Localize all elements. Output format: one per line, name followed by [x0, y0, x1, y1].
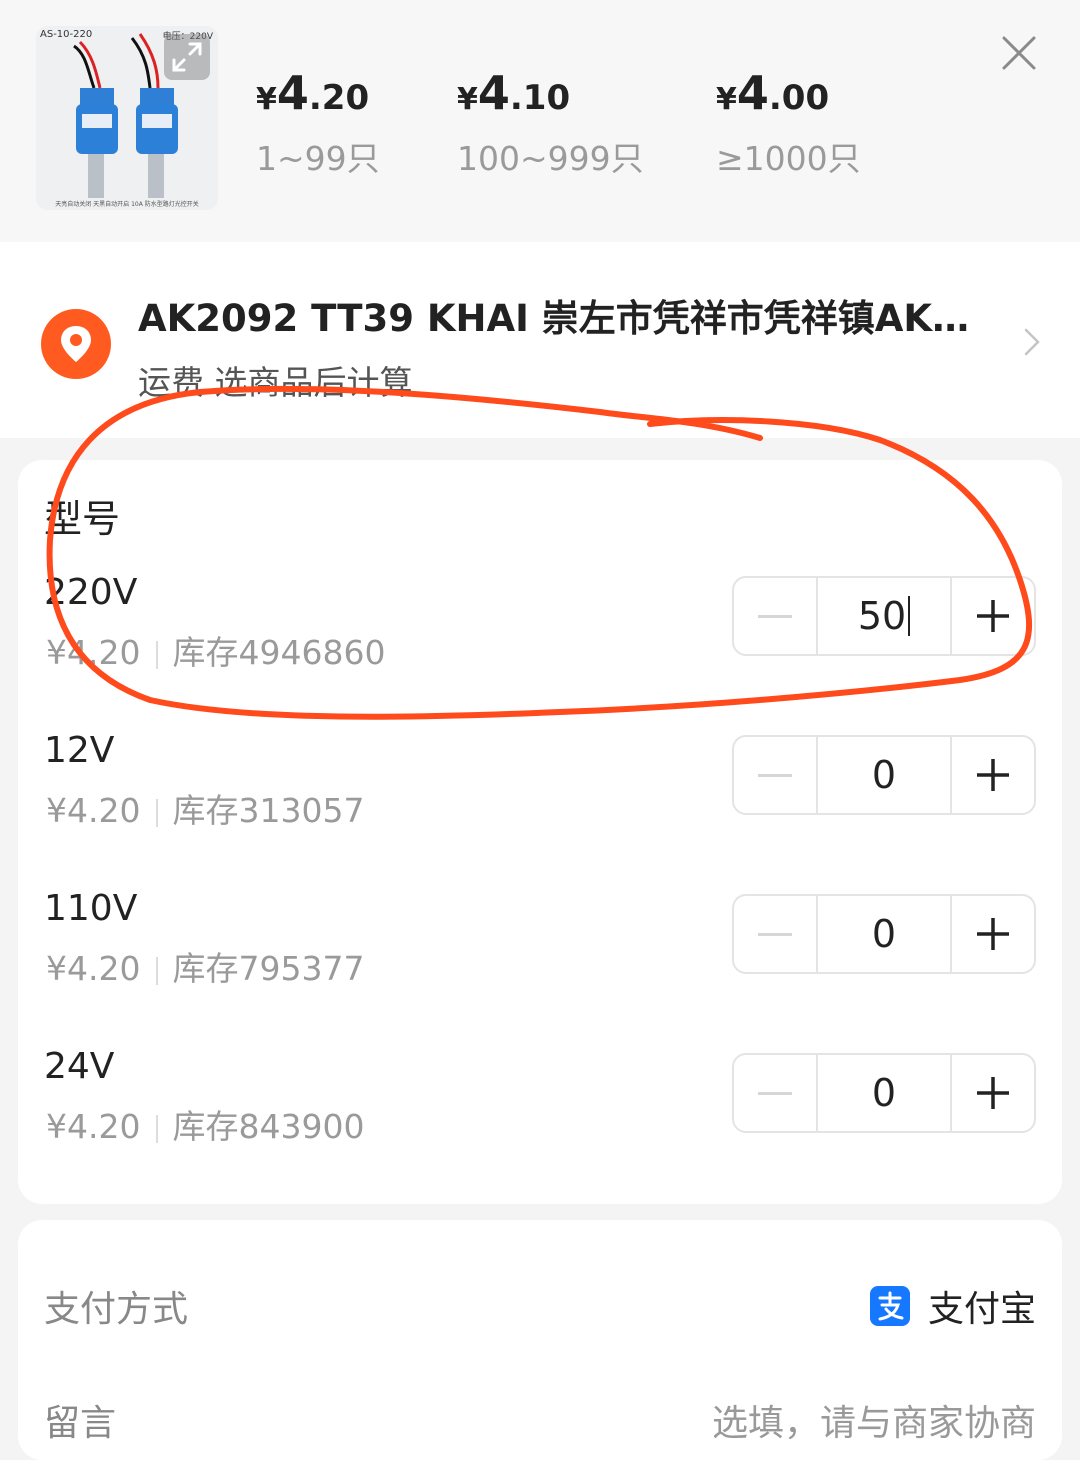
quantity-stepper: 0 — [732, 894, 1036, 974]
close-button[interactable] — [996, 30, 1042, 76]
variant-stock: 库存795377 — [172, 949, 365, 988]
variant-stock: 库存313057 — [172, 791, 365, 830]
payment-card: 支付方式 支付宝 留言 选填，请与商家协商 — [18, 1220, 1062, 1460]
tier-price: ¥4.00 — [716, 66, 830, 120]
note-label: 留言 — [44, 1403, 117, 1444]
variant-name: 12V — [44, 730, 115, 771]
tier-price: ¥4.10 — [457, 66, 571, 120]
variant-meta: ¥4.20 库存795377 — [46, 942, 364, 990]
divider — [156, 1114, 159, 1143]
variant-price: ¥4.20 — [46, 1107, 141, 1146]
variant-name: 24V — [44, 1046, 115, 1087]
price-tier-3: ¥4.00 ≥1000只 — [716, 66, 861, 180]
spec-heading: 型号 — [44, 497, 121, 541]
divider — [156, 956, 159, 985]
divider — [156, 798, 159, 827]
price-tier-1: ¥4.20 1~99只 — [256, 66, 380, 180]
location-pin-icon — [41, 309, 111, 379]
increase-button[interactable] — [950, 1055, 1034, 1131]
decrease-button[interactable] — [734, 737, 818, 813]
close-icon — [1002, 36, 1036, 70]
decrease-button[interactable] — [734, 1055, 818, 1131]
product-thumbnail[interactable]: AS-10-220 电压：220V 天亮自动关闭 天黑自动开启 10A 防水型路… — [36, 26, 218, 210]
quantity-input[interactable]: 50 — [818, 578, 950, 654]
variant-price: ¥4.20 — [46, 633, 141, 672]
plus-icon — [977, 1077, 1009, 1109]
image-caption: 天亮自动关闭 天黑自动开启 10A 防水型路灯光控开关 — [55, 201, 199, 208]
increase-button[interactable] — [950, 737, 1034, 813]
variant-name: 110V — [44, 888, 138, 929]
alipay-icon — [869, 1286, 910, 1326]
increase-button[interactable] — [950, 578, 1034, 654]
tier-price: ¥4.20 — [256, 66, 370, 120]
expand-image-button[interactable] — [164, 34, 210, 80]
increase-button[interactable] — [950, 896, 1034, 972]
minus-icon — [758, 1091, 792, 1095]
divider — [156, 640, 159, 669]
image-model-label: AS-10-220 — [40, 29, 93, 40]
quantity-stepper: 0 — [732, 735, 1036, 815]
expand-icon — [172, 42, 202, 72]
text-cursor — [908, 596, 911, 636]
minus-icon — [758, 773, 792, 777]
quantity-input[interactable]: 0 — [818, 737, 950, 813]
price-tier-2: ¥4.10 100~999只 — [457, 66, 644, 180]
variant-stock: 库存4946860 — [172, 633, 386, 672]
decrease-button[interactable] — [734, 896, 818, 972]
payment-method-label: 支付方式 — [44, 1289, 189, 1330]
chevron-right-icon — [1024, 328, 1040, 356]
quantity-input[interactable]: 0 — [818, 1055, 950, 1131]
note-input[interactable]: 选填，请与商家协商 — [712, 1394, 1036, 1446]
minus-icon — [758, 614, 792, 618]
variant-meta: ¥4.20 库存4946860 — [46, 626, 385, 674]
minus-icon — [758, 932, 792, 936]
variant-price: ¥4.20 — [46, 949, 141, 988]
variant-name: 220V — [44, 572, 138, 613]
tier-quantity: ≥1000只 — [716, 139, 861, 178]
tier-quantity: 1~99只 — [256, 139, 380, 178]
variant-price: ¥4.20 — [46, 791, 141, 830]
quantity-stepper: 50 — [732, 576, 1036, 656]
shipping-address-row[interactable]: AK2092 TT39 KHAI 崇左市凭祥市凭祥镇AK2092 TT39 KH… — [0, 242, 1080, 438]
spec-card: 型号 220V ¥4.20 库存4946860 50 12V ¥4.20 库存313… — [18, 460, 1062, 1204]
payment-method-selector[interactable]: 支付宝 — [869, 1280, 1036, 1332]
quantity-stepper: 0 — [732, 1053, 1036, 1133]
variant-stock: 库存843900 — [172, 1107, 365, 1146]
decrease-button[interactable] — [734, 578, 818, 654]
plus-icon — [977, 600, 1009, 632]
payment-method-name: 支付宝 — [927, 1289, 1036, 1330]
tier-quantity: 100~999只 — [457, 139, 644, 178]
product-header: AS-10-220 电压：220V 天亮自动关闭 天黑自动开启 10A 防水型路… — [0, 0, 1080, 242]
plus-icon — [977, 918, 1009, 950]
variant-meta: ¥4.20 库存843900 — [46, 1100, 364, 1148]
plus-icon — [977, 759, 1009, 791]
variant-meta: ¥4.20 库存313057 — [46, 784, 364, 832]
quantity-input[interactable]: 0 — [818, 896, 950, 972]
shipping-fee-text: 运费 选商品后计算 — [138, 363, 413, 402]
address-text: AK2092 TT39 KHAI 崇左市凭祥市凭祥镇AK2092 TT39 KH… — [138, 297, 978, 340]
